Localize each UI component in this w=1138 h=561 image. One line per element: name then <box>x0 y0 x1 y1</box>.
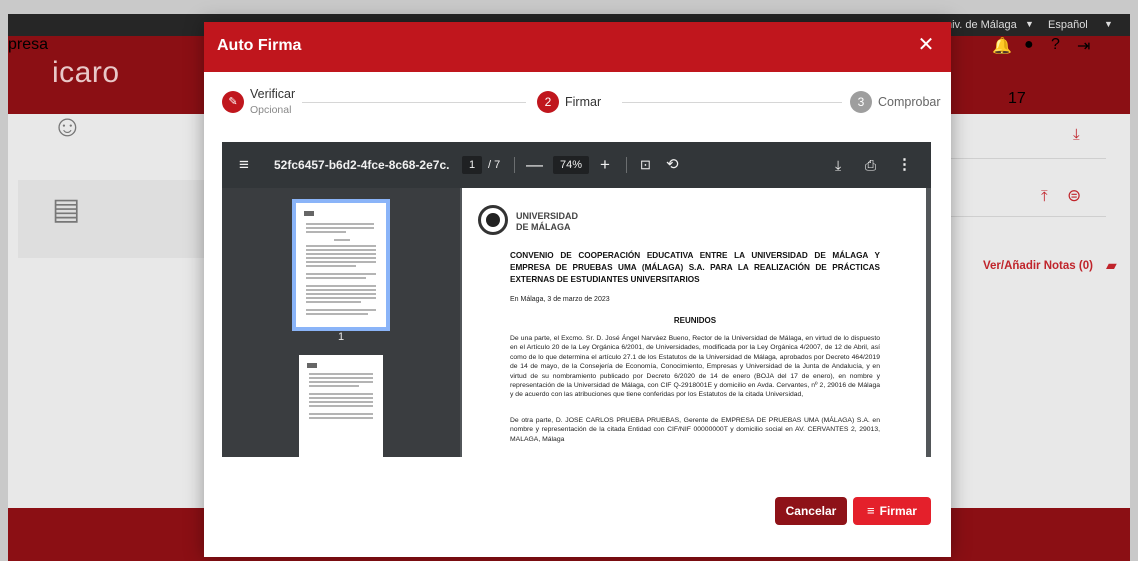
document-icon: ▤ <box>52 193 81 226</box>
print-icon[interactable]: ⎙ <box>865 142 876 188</box>
document-section-heading: REUNIDOS <box>673 316 717 325</box>
step-firmar-number: 2 <box>537 91 559 113</box>
toolbar-divider <box>626 157 627 173</box>
document-title: CONVENIO DE COOPERACIÓN EDUCATIVA ENTRE … <box>510 251 880 284</box>
stepper: ✎ Verificar Opcional 2 Firmar 3 Comproba… <box>204 72 951 134</box>
user-icon: ☺ <box>52 110 83 143</box>
menu-icon[interactable]: ≡ <box>239 142 249 188</box>
rotate-icon[interactable]: ⟲ <box>666 142 679 188</box>
notification-count: 17 <box>1008 90 1026 107</box>
zoom-out-icon[interactable]: — <box>526 142 543 188</box>
document-date: En Málaga, 3 de marzo de 2023 <box>510 296 610 303</box>
step-comprobar-number: 3 <box>850 91 872 113</box>
page-total: / 7 <box>488 159 501 171</box>
university-seal-icon <box>478 205 508 235</box>
pdf-viewer: ≡ 52fc6457-b6d2-4fce-8c68-2e7c... 1 / 7 … <box>222 142 931 457</box>
pdf-page: UNIVERSIDAD DE MÁLAGA CONVENIO DE COOPER… <box>462 188 926 457</box>
step-verificar-label[interactable]: Verificar <box>250 87 295 101</box>
university-name: UNIVERSIDAD DE MÁLAGA <box>516 211 579 232</box>
logout-icon[interactable]: ⇥ <box>1077 36 1090 56</box>
app-logo: icaro <box>52 56 120 89</box>
zoom-in-icon[interactable]: + <box>600 142 610 188</box>
fit-page-icon[interactable]: ⊡ <box>640 142 651 188</box>
modal-title: Auto Firma <box>217 37 302 54</box>
download-icon[interactable]: ⤓ <box>1073 126 1080 143</box>
modal-header: Auto Firma ✕ <box>204 22 951 72</box>
upload-icon[interactable]: ⤒ <box>1041 188 1048 205</box>
document-paragraph: De otra parte, D. JOSE CARLOS PRUEBA PRU… <box>510 417 880 443</box>
close-icon[interactable]: ✕ <box>915 34 937 56</box>
sign-button[interactable]: ≡ Firmar <box>853 497 931 525</box>
step-comprobar-label[interactable]: Comprobar <box>878 95 941 109</box>
auto-firma-modal: Auto Firma ✕ ✎ Verificar Opcional 2 Firm… <box>204 22 951 557</box>
page-number-input[interactable]: 1 <box>462 156 482 174</box>
toolbar-divider <box>514 157 515 173</box>
step-connector <box>302 102 526 103</box>
divider <box>948 216 1106 217</box>
step-verificar-sublabel: Opcional <box>250 104 292 116</box>
bell-icon[interactable]: 🔔 <box>992 36 1012 56</box>
document-paragraph: De una parte, el Excmo. Sr. D. José Ánge… <box>510 335 880 399</box>
more-options-icon[interactable]: ⋮ <box>897 142 912 188</box>
pencil-icon: ✎ <box>222 91 244 113</box>
language-selector[interactable]: Español <box>1048 19 1088 31</box>
sign-button-label: Firmar <box>879 504 917 518</box>
chevron-down-icon: ▼ <box>1025 19 1034 29</box>
thumbnail-page-number: 1 <box>337 331 345 343</box>
globe-icon[interactable]: ● <box>1024 36 1034 54</box>
pdf-filename: 52fc6457-b6d2-4fce-8c68-2e7c... <box>274 158 449 172</box>
university-selector[interactable]: niv. de Málaga <box>946 19 1017 31</box>
thumbnail-page-2[interactable] <box>299 355 383 457</box>
step-firmar-label[interactable]: Firmar <box>565 95 601 109</box>
chevron-down-icon: ▼ <box>1104 19 1113 29</box>
zoom-input[interactable]: 74% <box>553 156 589 174</box>
thumbnail-sidebar: 1 <box>222 188 460 457</box>
download-icon[interactable]: ⤓ <box>835 142 841 188</box>
background-card <box>18 180 218 258</box>
cancel-button[interactable]: Cancelar <box>775 497 847 525</box>
notes-link[interactable]: Ver/Añadir Notas (0) <box>983 260 1093 272</box>
comment-icon[interactable]: ▰ <box>1106 257 1117 274</box>
pdf-toolbar: ≡ 52fc6457-b6d2-4fce-8c68-2e7c... 1 / 7 … <box>222 142 931 188</box>
thumbnail-page-1[interactable] <box>292 199 390 331</box>
help-icon[interactable]: ? <box>1051 36 1060 54</box>
list-circle-icon[interactable]: ⊜ <box>1067 186 1081 206</box>
step-connector <box>622 102 842 103</box>
divider <box>948 158 1106 159</box>
company-label: presa <box>8 36 49 53</box>
sign-icon: ≡ <box>867 503 875 518</box>
